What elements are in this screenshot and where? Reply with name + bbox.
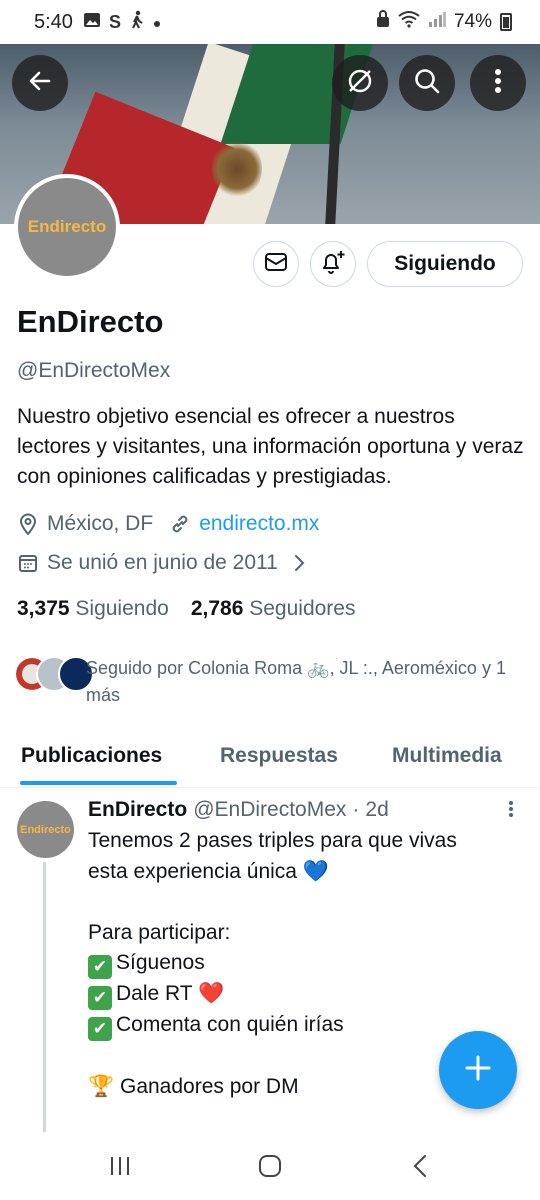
profile-joined: Se unió en junio de 2011 (47, 551, 278, 574)
home-button[interactable] (258, 1154, 282, 1183)
post-avatar-logo-text: Endirecto (20, 823, 71, 836)
calendar-icon (17, 552, 39, 574)
post-time[interactable]: 2d (365, 798, 388, 822)
post-line-check: ✔ Síguenos (88, 948, 528, 979)
link-icon (169, 513, 191, 535)
bell-plus-icon (320, 249, 346, 280)
post-author-handle[interactable]: @EnDirectoMex (193, 798, 346, 822)
more-vertical-icon (508, 801, 514, 823)
follow-stats: 3,375 Siguiendo 2,786 Seguidores (17, 597, 355, 621)
following-stat[interactable]: 3,375 Siguiendo (17, 597, 169, 621)
compose-post-button[interactable] (439, 1031, 517, 1109)
post-header: EnDirecto @EnDirectoMex · 2d (88, 798, 389, 822)
check-mark-icon: ✔ (88, 1017, 112, 1041)
back-nav-button[interactable] (412, 1154, 428, 1183)
tab-replies[interactable]: Respuestas (220, 744, 338, 768)
search-icon (413, 67, 441, 100)
back-arrow-icon (27, 68, 53, 99)
avatar-logo-text: Endirecto (27, 217, 107, 236)
notifications-button[interactable] (310, 241, 356, 287)
more-vertical-icon (494, 68, 502, 99)
post-author-name[interactable]: EnDirecto (88, 798, 187, 822)
tab-posts[interactable]: Publicaciones (21, 744, 162, 768)
followers-count: 2,786 (190, 597, 244, 620)
joined-row[interactable]: Se unió en junio de 2011 (17, 551, 318, 575)
followers-label: Seguidores (249, 597, 356, 620)
tab-media[interactable]: Multimedia (392, 744, 502, 768)
thread-line (43, 862, 46, 1132)
following-count: 3,375 (17, 597, 70, 620)
walking-icon (129, 10, 145, 35)
profile-location: México, DF (47, 512, 154, 535)
post-line (88, 887, 528, 918)
following-button[interactable]: Siguiendo (367, 241, 523, 287)
post-more-button[interactable] (508, 800, 514, 824)
post-line: esta experiencia única 💙 (88, 859, 329, 883)
profile-name: EnDirecto (17, 304, 164, 339)
dot-icon (153, 12, 161, 33)
message-button[interactable] (253, 241, 299, 287)
flag-emblem (212, 139, 262, 199)
location-website-row: México, DF endirecto.mx (17, 512, 319, 536)
profile-bio: Nuestro objetivo esencial es ofrecer a n… (17, 405, 524, 488)
active-tab-indicator (20, 781, 177, 785)
back-button[interactable] (12, 55, 68, 111)
battery-icon (500, 13, 512, 31)
followed-by-avatars[interactable] (14, 656, 94, 692)
check-mark-icon: ✔ (88, 955, 112, 979)
followers-stat[interactable]: 2,786 Seguidores (191, 597, 356, 621)
location-pin-icon (17, 513, 39, 535)
status-right: 74% (376, 10, 512, 34)
profile-tabs: Publicaciones Respuestas Multimedia (0, 730, 540, 788)
post-line: Tenemos 2 pases triples para que vivas (88, 829, 457, 852)
status-time: 5:40 (34, 10, 73, 33)
signal-icon (428, 11, 446, 33)
hide-icon (345, 66, 375, 101)
home-icon (258, 1154, 282, 1183)
followed-by-text[interactable]: Seguido por Colonia Roma 🚲, JL :., Aerom… (86, 655, 532, 709)
lock-icon (376, 10, 390, 34)
back-icon (412, 1154, 428, 1183)
post-author-avatar[interactable]: Endirecto (17, 801, 74, 858)
system-nav-bar (0, 1136, 540, 1200)
post-separator: · (352, 798, 360, 821)
more-options-button[interactable] (470, 55, 526, 111)
following-label: Siguiendo (75, 597, 169, 620)
recents-button[interactable] (108, 1154, 132, 1183)
search-button[interactable] (399, 55, 455, 111)
battery-percent: 74% (453, 11, 492, 32)
hide-button[interactable] (332, 55, 388, 111)
profile-handle: @EnDirectoMex (17, 359, 171, 382)
profile-website-link[interactable]: endirecto.mx (199, 512, 319, 536)
status-left-icons: S (83, 10, 161, 35)
status-bar: 5:40 S 74% (0, 0, 540, 44)
mail-icon (264, 251, 288, 278)
post-line: Para participar: (88, 920, 231, 944)
profile-avatar[interactable]: Endirecto (14, 174, 120, 280)
recents-icon (108, 1154, 132, 1183)
post-line-check: ✔ Dale RT ❤️ (88, 979, 528, 1010)
check-mark-icon: ✔ (88, 986, 112, 1010)
plus-icon (464, 1054, 492, 1087)
gallery-icon (83, 11, 101, 34)
s-app-icon: S (108, 11, 121, 32)
wifi-icon (398, 10, 420, 34)
chevron-right-icon (288, 552, 310, 574)
